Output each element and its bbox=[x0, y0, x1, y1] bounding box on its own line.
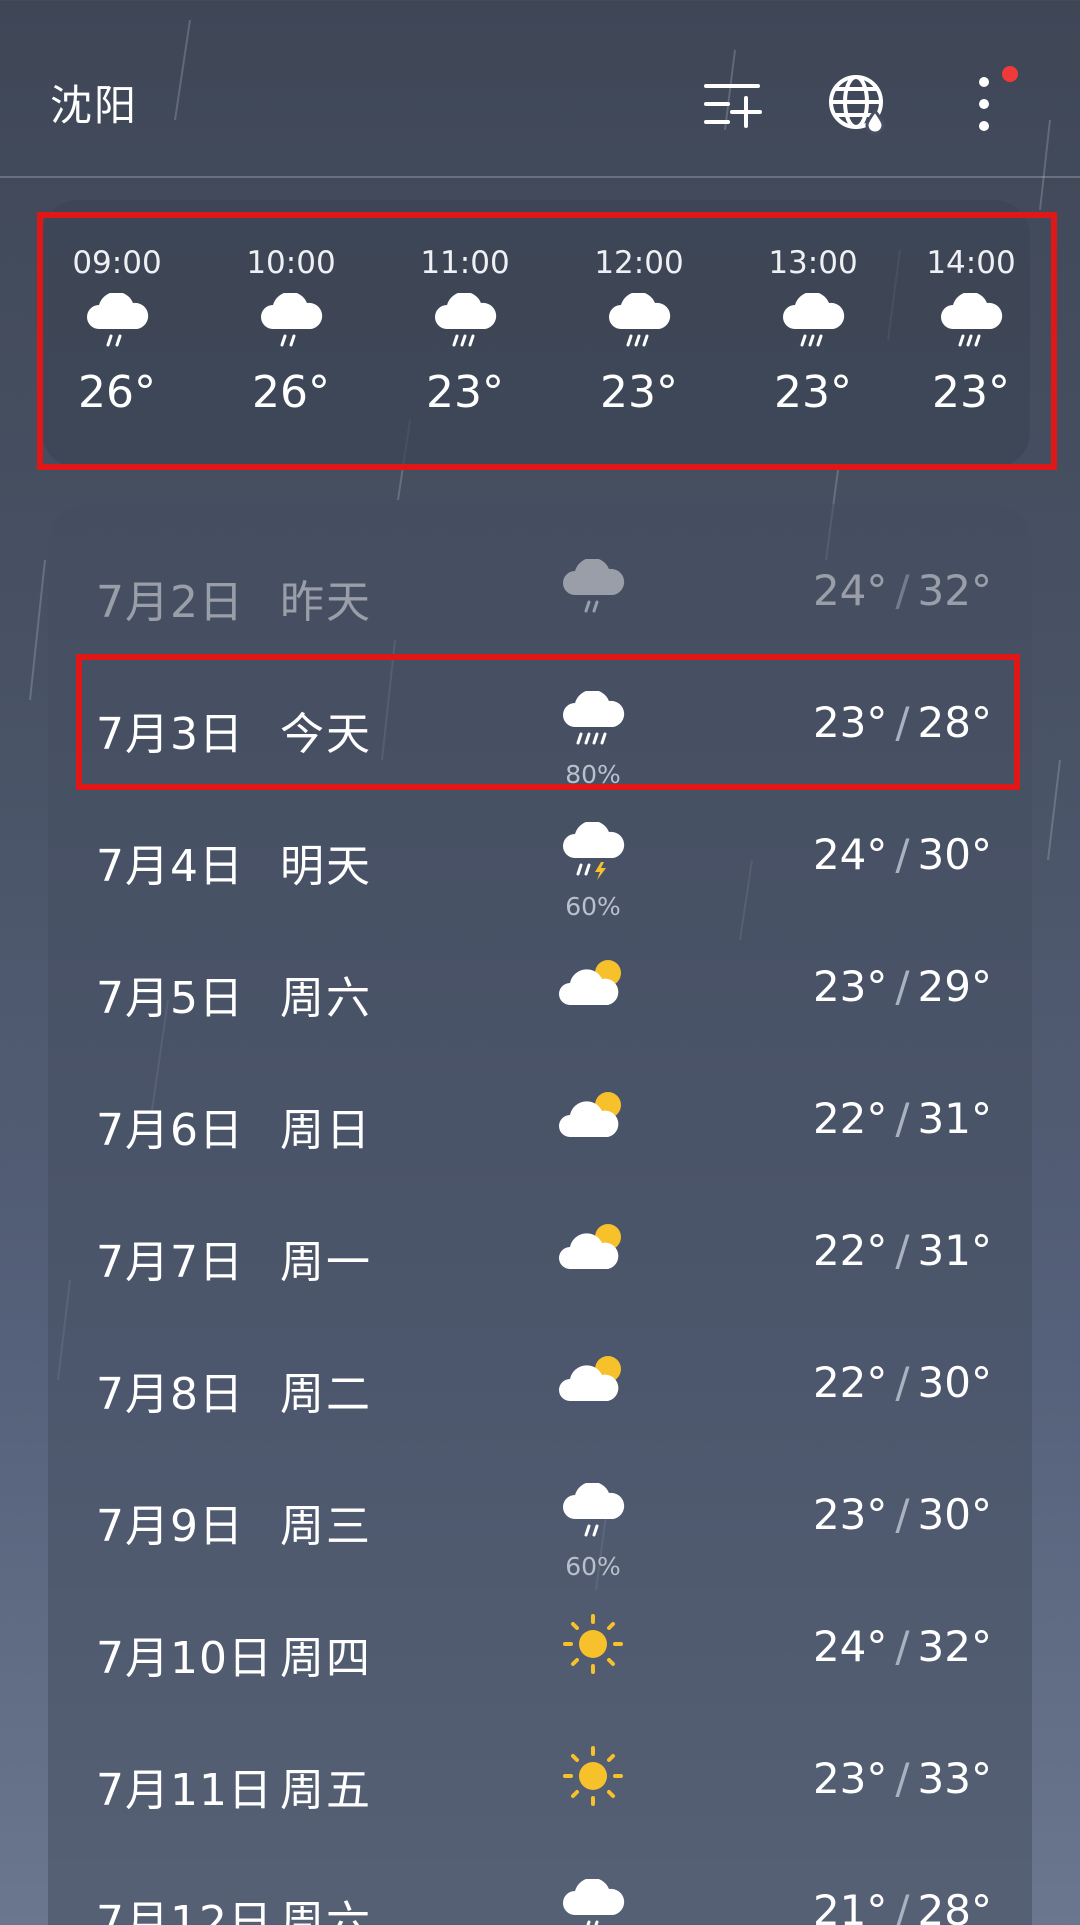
partly-cloudy-icon bbox=[548, 944, 638, 1024]
day-name: 周二 bbox=[280, 1369, 372, 1420]
day-temp-range: 22°/31° bbox=[812, 1226, 992, 1275]
day-date: 7月9日 bbox=[96, 1501, 244, 1552]
day-name: 周三 bbox=[280, 1501, 372, 1552]
high-temp: 30° bbox=[917, 830, 992, 879]
low-temp: 24° bbox=[812, 830, 888, 879]
day-date: 7月7日 bbox=[96, 1237, 244, 1288]
day-temp-range: 23°/30° bbox=[812, 1490, 992, 1539]
day-row[interactable]: 7月10日 周四 24°/32° bbox=[48, 1586, 1032, 1718]
day-temp-range: 21°/28° bbox=[813, 1886, 992, 1925]
high-temp: 31° bbox=[917, 1226, 992, 1275]
day-date: 7月5日 bbox=[96, 973, 244, 1024]
day-date: 7月2日 bbox=[96, 577, 244, 628]
precip-probability: 60% bbox=[565, 892, 621, 921]
low-temp: 22° bbox=[812, 1094, 888, 1143]
low-temp: 22° bbox=[812, 1358, 888, 1407]
hourly-highlight-box bbox=[37, 212, 1057, 470]
low-temp: 24° bbox=[812, 1622, 888, 1671]
day-temp-range: 22°/31° bbox=[812, 1094, 992, 1143]
low-temp: 21° bbox=[812, 1886, 888, 1925]
high-temp: 32° bbox=[917, 566, 992, 615]
day-date: 7月4日 bbox=[96, 841, 244, 892]
light-rain-icon bbox=[548, 548, 638, 628]
low-temp: 24° bbox=[812, 566, 888, 615]
day-name: 明天 bbox=[280, 841, 372, 892]
high-temp: 30° bbox=[917, 1358, 992, 1407]
more-icon[interactable] bbox=[952, 66, 1018, 136]
day-temp-range: 24°/30° bbox=[812, 830, 992, 879]
day-date: 7月6日 bbox=[96, 1105, 244, 1156]
day-row[interactable]: 7月6日 周日 22°/31° bbox=[48, 1058, 1032, 1190]
light-rain-icon bbox=[548, 1868, 638, 1925]
high-temp: 32° bbox=[917, 1622, 992, 1671]
partly-cloudy-icon bbox=[548, 1076, 638, 1156]
low-temp: 23° bbox=[812, 1490, 888, 1539]
low-temp: 22° bbox=[812, 1226, 888, 1275]
day-temp-range: 24°/32° bbox=[812, 1622, 992, 1671]
day-temp-range: 23°/29° bbox=[812, 962, 992, 1011]
day-name: 周六 bbox=[280, 1897, 372, 1925]
city-name[interactable]: 沈阳 bbox=[50, 72, 138, 133]
day-row[interactable]: 7月4日 明天 60% 24°/30° bbox=[48, 794, 1032, 926]
day-date: 7月10日 bbox=[96, 1633, 273, 1684]
precip-probability: 60% bbox=[565, 1552, 621, 1581]
day-row[interactable]: 7月2日 昨天 24°/32° bbox=[48, 530, 1032, 662]
low-temp: 23° bbox=[812, 962, 888, 1011]
sunny-icon bbox=[548, 1736, 638, 1816]
day-name: 周日 bbox=[280, 1105, 372, 1156]
low-temp: 23° bbox=[812, 1754, 888, 1803]
high-temp: 28° bbox=[917, 1886, 992, 1925]
light-rain-icon bbox=[548, 1472, 638, 1552]
day-date: 7月11日 bbox=[96, 1765, 273, 1816]
partly-cloudy-icon bbox=[548, 1208, 638, 1288]
day-temp-range: 24°/32° bbox=[812, 566, 992, 615]
day-row[interactable]: 7月7日 周一 22°/31° bbox=[48, 1190, 1032, 1322]
day-temp-range: 23°/33° bbox=[812, 1754, 992, 1803]
day-row[interactable]: 7月5日 周六 23°/29° bbox=[48, 926, 1032, 1058]
day-name: 昨天 bbox=[280, 577, 372, 628]
day-name: 周一 bbox=[280, 1237, 372, 1288]
day-row[interactable]: 7月8日 周二 22°/30° bbox=[48, 1322, 1032, 1454]
day-date: 7月12日 bbox=[96, 1897, 273, 1925]
high-temp: 33° bbox=[917, 1754, 992, 1803]
partly-cloudy-icon bbox=[548, 1340, 638, 1420]
day-name: 周五 bbox=[280, 1765, 372, 1816]
header-divider bbox=[0, 176, 1080, 178]
day-name: 周四 bbox=[280, 1633, 372, 1684]
sunny-icon bbox=[548, 1604, 638, 1684]
high-temp: 30° bbox=[917, 1490, 992, 1539]
day-date: 7月8日 bbox=[96, 1369, 244, 1420]
globe-icon[interactable] bbox=[826, 72, 890, 136]
day-row[interactable]: 7月11日 周五 23°/33° bbox=[48, 1718, 1032, 1850]
day-temp-range: 22°/30° bbox=[812, 1358, 992, 1407]
notification-dot bbox=[1002, 66, 1018, 82]
today-highlight-box bbox=[76, 654, 1020, 790]
day-name: 周六 bbox=[280, 973, 372, 1024]
thunderstorm-icon bbox=[548, 812, 638, 892]
add-city-icon[interactable] bbox=[700, 72, 764, 136]
high-temp: 29° bbox=[917, 962, 992, 1011]
high-temp: 31° bbox=[917, 1094, 992, 1143]
app-header: 沈阳 bbox=[0, 0, 1080, 178]
day-row[interactable]: 7月9日 周三 60% 23°/30° bbox=[48, 1454, 1032, 1586]
day-row[interactable]: 7月12日 周六 21°/28° bbox=[48, 1850, 1032, 1925]
